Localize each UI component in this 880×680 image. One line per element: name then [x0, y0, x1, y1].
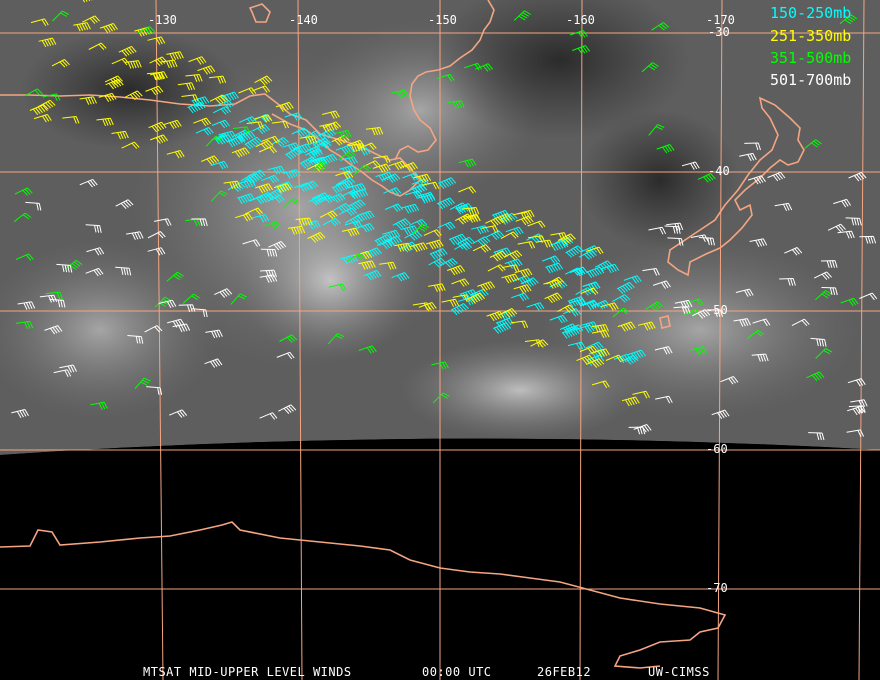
legend-item-501-700: 501-700mb	[770, 71, 851, 89]
product-title: MTSAT MID-UPPER LEVEL WINDS	[143, 665, 352, 679]
observation-time: 00:00 UTC	[422, 665, 492, 679]
lat-label: -60	[706, 442, 728, 456]
lon-label: -140	[289, 13, 318, 27]
observation-date: 26FEB12	[537, 665, 591, 679]
lon-label: -150	[428, 13, 457, 27]
lon-label: -130	[148, 13, 177, 27]
lon-label: -160	[566, 13, 595, 27]
lat-label: -70	[706, 581, 728, 595]
legend-item-150-250: 150-250mb	[770, 4, 851, 22]
legend-item-251-350: 251-350mb	[770, 27, 851, 45]
credit-label: UW-CIMSS	[648, 665, 710, 679]
lat-label: -40	[708, 164, 730, 178]
satellite-wind-map: -130 -140 -150 -160 -170 -30 -40 -50 -60…	[0, 0, 880, 680]
legend-item-351-500: 351-500mb	[770, 49, 851, 67]
lat-label: -30	[708, 25, 730, 39]
map-canvas: -130 -140 -150 -160 -170 -30 -40 -50 -60…	[0, 0, 880, 680]
